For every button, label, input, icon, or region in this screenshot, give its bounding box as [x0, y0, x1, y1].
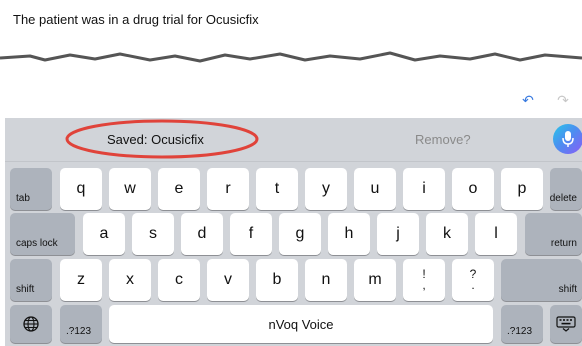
key-a[interactable]: a [83, 213, 125, 255]
key-p[interactable]: p [501, 168, 543, 210]
tab-key[interactable]: tab [10, 168, 52, 210]
redo-button[interactable]: ↷ [553, 92, 573, 108]
key-k[interactable]: k [426, 213, 468, 255]
key-h[interactable]: h [328, 213, 370, 255]
shift-left-key[interactable]: shift [10, 259, 52, 301]
key-j[interactable]: j [377, 213, 419, 255]
keyboard-hide-key[interactable] [550, 305, 582, 343]
highlight-oval [65, 119, 259, 159]
numbers-right-key[interactable]: .?123 [501, 305, 543, 343]
key-s[interactable]: s [132, 213, 174, 255]
remove-suggestion[interactable]: Remove? [415, 132, 471, 147]
shift-right-key[interactable]: shift [501, 259, 582, 301]
undo-icon: ↶ [522, 91, 534, 108]
key-g[interactable]: g [279, 213, 321, 255]
return-key[interactable]: return [525, 213, 582, 255]
key-z[interactable]: z [60, 259, 102, 301]
key-n[interactable]: n [305, 259, 347, 301]
space-bar[interactable]: nVoq Voice [109, 305, 493, 343]
keyboard: Saved: Ocusicfix Remove? tab q w e r t y… [5, 118, 582, 346]
document-text[interactable]: The patient was in a drug trial for Ocus… [13, 12, 259, 27]
key-m[interactable]: m [354, 259, 396, 301]
suggestion-bar: Saved: Ocusicfix Remove? [5, 118, 582, 162]
globe-icon [23, 316, 39, 332]
key-o[interactable]: o [452, 168, 494, 210]
microphone-button[interactable] [553, 124, 582, 154]
key-exclamation-comma[interactable]: ! , [403, 259, 445, 301]
key-y[interactable]: y [305, 168, 347, 210]
microphone-icon [562, 131, 574, 147]
globe-key[interactable] [10, 305, 52, 343]
delete-key[interactable]: delete [550, 168, 582, 210]
key-r[interactable]: r [207, 168, 249, 210]
key-t[interactable]: t [256, 168, 298, 210]
document-area[interactable]: The patient was in a drug trial for Ocus… [0, 0, 582, 118]
key-u[interactable]: u [354, 168, 396, 210]
redo-icon: ↷ [557, 91, 569, 108]
key-i[interactable]: i [403, 168, 445, 210]
torn-paper-edge [0, 51, 582, 80]
caps-lock-key[interactable]: caps lock [10, 213, 75, 255]
key-b[interactable]: b [256, 259, 298, 301]
undo-button[interactable]: ↶ [518, 92, 538, 108]
key-x[interactable]: x [109, 259, 151, 301]
key-l[interactable]: l [475, 213, 517, 255]
keyboard-hide-icon [556, 316, 576, 332]
key-v[interactable]: v [207, 259, 249, 301]
key-question-period[interactable]: ? . [452, 259, 494, 301]
numbers-left-key[interactable]: .?123 [60, 305, 102, 343]
key-q[interactable]: q [60, 168, 102, 210]
key-e[interactable]: e [158, 168, 200, 210]
key-d[interactable]: d [181, 213, 223, 255]
key-c[interactable]: c [158, 259, 200, 301]
key-w[interactable]: w [109, 168, 151, 210]
key-f[interactable]: f [230, 213, 272, 255]
